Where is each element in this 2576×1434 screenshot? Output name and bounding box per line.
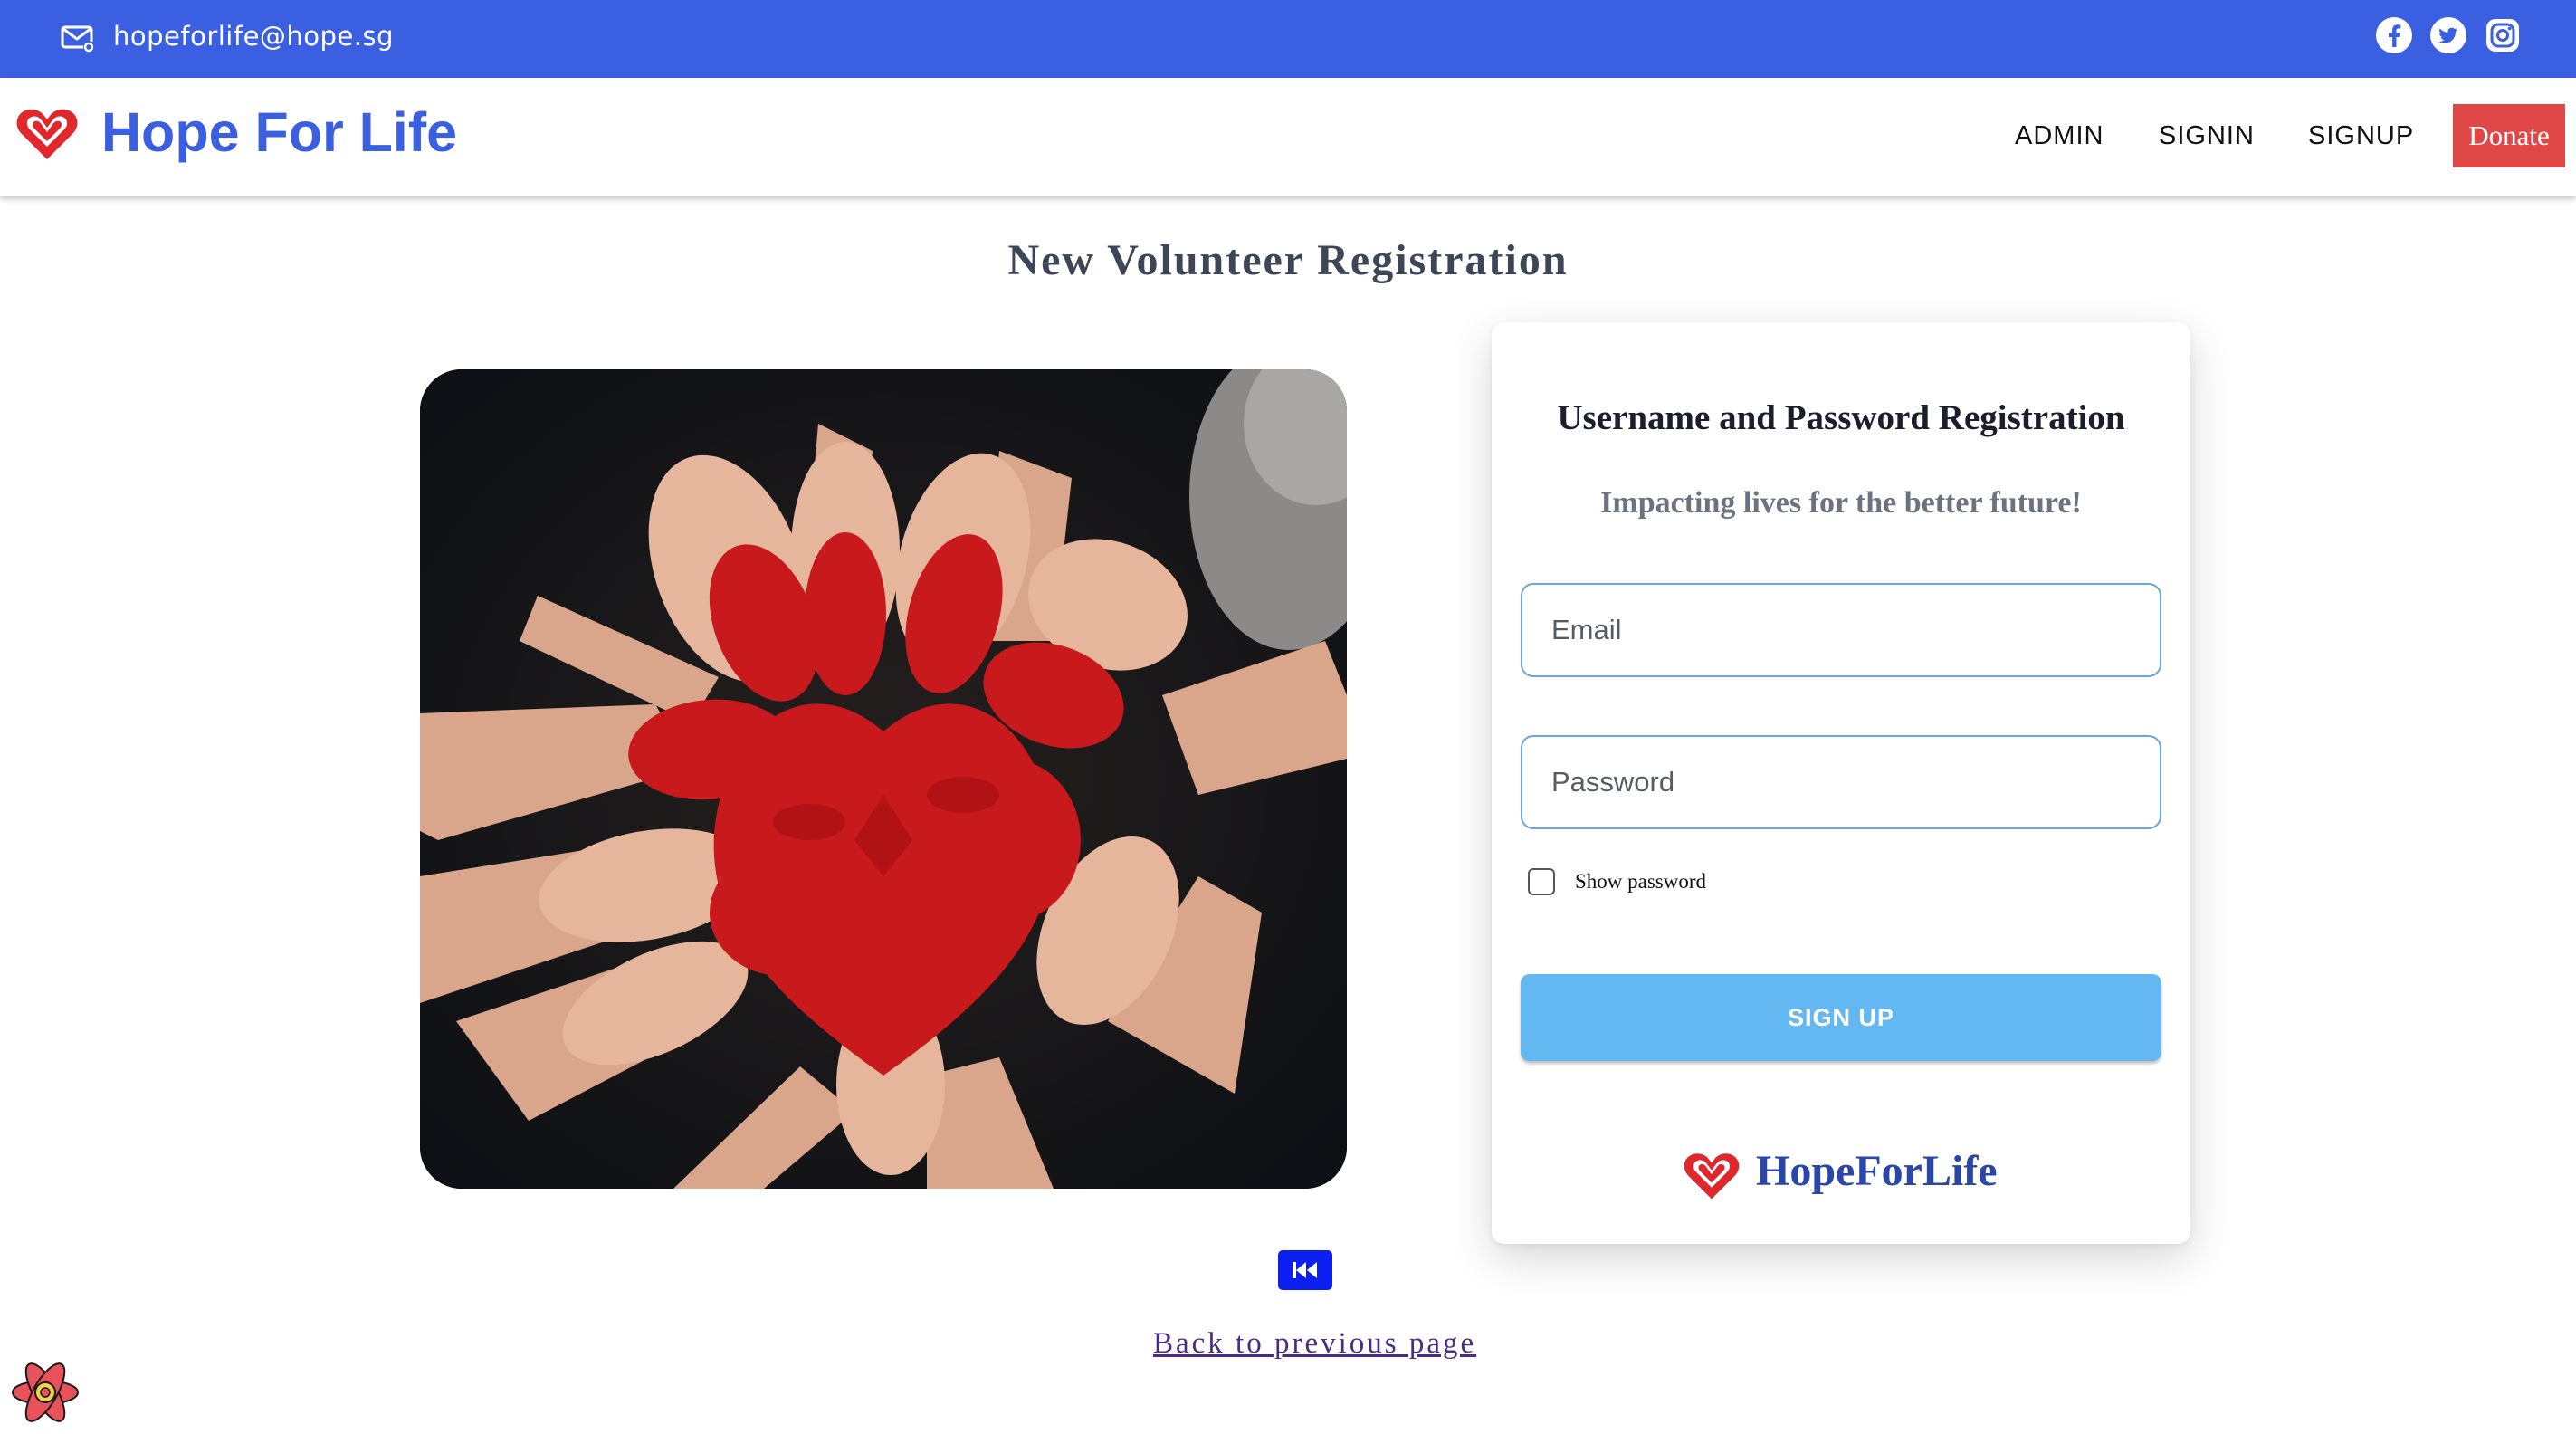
mail-icon <box>61 25 94 53</box>
brand-name[interactable]: Hope For Life <box>101 100 457 165</box>
footer-brand: HopeForLife <box>1756 1147 1998 1195</box>
nav-signin[interactable]: SIGNIN <box>2159 118 2255 154</box>
painted-hands-image <box>420 369 1347 1189</box>
nav-signup[interactable]: SIGNUP <box>2308 118 2414 154</box>
email-field[interactable] <box>1521 583 2161 677</box>
show-password-label[interactable]: Show password <box>1575 870 1706 894</box>
form-title: Username and Password Registration <box>1557 398 2125 437</box>
show-password-toggle[interactable]: Show password <box>1528 867 1706 896</box>
nav-admin[interactable]: ADMIN <box>2015 118 2104 154</box>
password-field[interactable] <box>1521 735 2161 829</box>
facebook-icon[interactable] <box>2375 16 2413 54</box>
rewind-icon <box>1293 1262 1317 1278</box>
sign-up-button[interactable]: SIGN UP <box>1521 974 2161 1061</box>
hero-photo <box>420 369 1347 1189</box>
back-to-previous-link[interactable]: Back to previous page <box>1153 1324 1476 1363</box>
heart-logo-icon[interactable] <box>14 105 80 163</box>
donate-button[interactable]: Donate <box>2453 104 2565 167</box>
top-contact-bar: hopeforlife@hope.sg <box>0 0 2576 78</box>
contact-email[interactable]: hopeforlife@hope.sg <box>113 18 394 54</box>
heart-logo-icon <box>1684 1153 1740 1200</box>
form-subtitle: Impacting lives for the better future! <box>1600 486 2082 520</box>
show-password-checkbox[interactable] <box>1528 868 1555 895</box>
react-icon[interactable] <box>7 1358 83 1427</box>
instagram-icon[interactable] <box>2484 16 2522 54</box>
twitter-icon[interactable] <box>2429 16 2467 54</box>
main-header: Hope For Life ADMIN SIGNIN SIGNUP Donate <box>0 78 2576 196</box>
registration-card: Username and Password Registration Impac… <box>1492 322 2190 1244</box>
back-button[interactable] <box>1278 1250 1332 1290</box>
page-title: New Volunteer Registration <box>1007 236 1569 284</box>
